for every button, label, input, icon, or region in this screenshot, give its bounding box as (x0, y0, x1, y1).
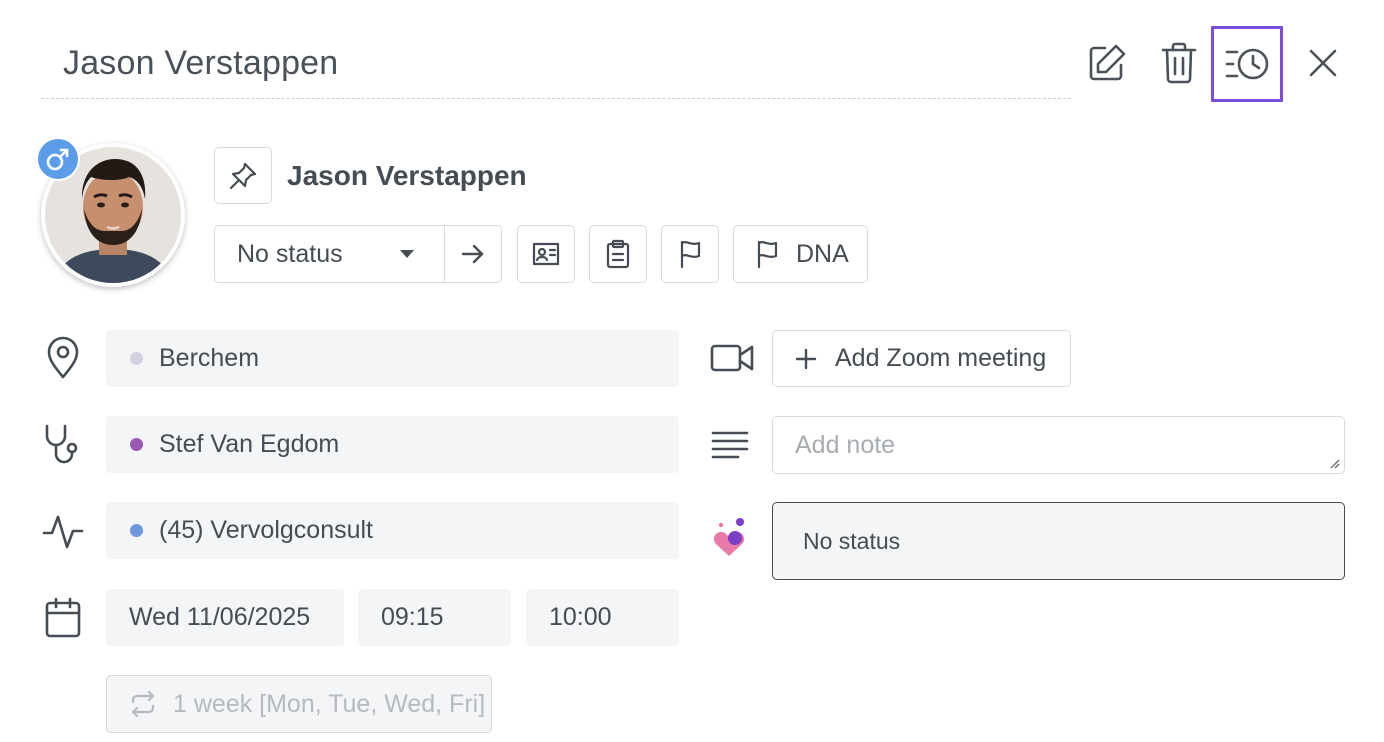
history-button[interactable] (1211, 26, 1283, 102)
video-camera-icon (709, 335, 755, 381)
practitioner-value: Stef Van Egdom (159, 430, 340, 458)
avatar-container (36, 137, 185, 287)
gender-badge (36, 137, 80, 181)
recurrence-field[interactable]: 1 week [Mon, Tue, Wed, Fri] (106, 675, 492, 733)
page-title: Jason Verstappen (63, 44, 339, 82)
recurrence-value: 1 week [Mon, Tue, Wed, Fri] (173, 689, 486, 718)
title-bar: Jason Verstappen (41, 30, 1071, 99)
stethoscope-icon (40, 422, 86, 468)
date-field[interactable]: Wed 11/06/2025 (106, 589, 344, 646)
status-dropdown[interactable]: No status (215, 226, 445, 282)
text-lines-icon (707, 421, 753, 467)
status-next-button[interactable] (445, 226, 501, 282)
add-zoom-meeting-button[interactable]: Add Zoom meeting (772, 330, 1071, 387)
close-icon (1309, 49, 1337, 77)
practitioner-field[interactable]: Stef Van Egdom (106, 416, 679, 473)
contact-card-icon (532, 242, 560, 266)
appointment-type-field[interactable]: (45) Vervolgconsult (106, 502, 679, 559)
location-field[interactable]: Berchem (106, 330, 679, 387)
patient-name[interactable]: Jason Verstappen (287, 160, 527, 192)
arrow-right-icon (461, 244, 484, 264)
end-time-field[interactable]: 10:00 (526, 589, 679, 646)
repeat-icon (131, 690, 155, 718)
external-status-value: No status (803, 527, 901, 554)
edit-icon (1089, 44, 1126, 81)
appointment-type-value: (45) Vervolgconsult (159, 516, 374, 544)
location-color-dot (130, 352, 143, 365)
heart-logo-icon (706, 516, 752, 562)
plus-icon (795, 348, 817, 369)
resize-handle-icon[interactable] (1328, 457, 1340, 469)
note-placeholder: Add note (795, 430, 896, 459)
add-zoom-meeting-label: Add Zoom meeting (835, 344, 1047, 372)
appointment-type-color-dot (130, 524, 143, 537)
dna-label: DNA (796, 239, 849, 268)
flag-icon (680, 240, 701, 269)
external-status-field[interactable]: No status (772, 502, 1345, 580)
clipboard-button[interactable] (589, 225, 647, 283)
clipboard-icon (606, 239, 630, 269)
delete-button[interactable] (1146, 30, 1212, 96)
history-icon (1225, 48, 1269, 80)
pin-icon (229, 162, 257, 189)
start-time-value: 09:15 (381, 603, 444, 631)
start-time-field[interactable]: 09:15 (358, 589, 511, 646)
status-value: No status (237, 239, 343, 268)
location-pin-icon (40, 335, 86, 381)
trash-icon (1161, 42, 1197, 84)
activity-icon (40, 508, 86, 554)
chevron-down-icon (400, 250, 414, 258)
location-value: Berchem (159, 344, 260, 372)
note-input[interactable]: Add note (772, 416, 1345, 474)
edit-button[interactable] (1074, 30, 1140, 96)
end-time-value: 10:00 (549, 603, 612, 631)
flag-button[interactable] (661, 225, 719, 283)
close-button[interactable] (1290, 30, 1356, 96)
practitioner-color-dot (130, 438, 143, 451)
flag-icon (757, 240, 778, 269)
date-value: Wed 11/06/2025 (129, 603, 311, 631)
male-icon (46, 148, 69, 171)
contact-card-button[interactable] (517, 225, 575, 283)
dna-button[interactable]: DNA (733, 225, 868, 283)
calendar-icon (40, 595, 86, 641)
status-control: No status (214, 225, 502, 283)
pin-button[interactable] (214, 147, 272, 204)
